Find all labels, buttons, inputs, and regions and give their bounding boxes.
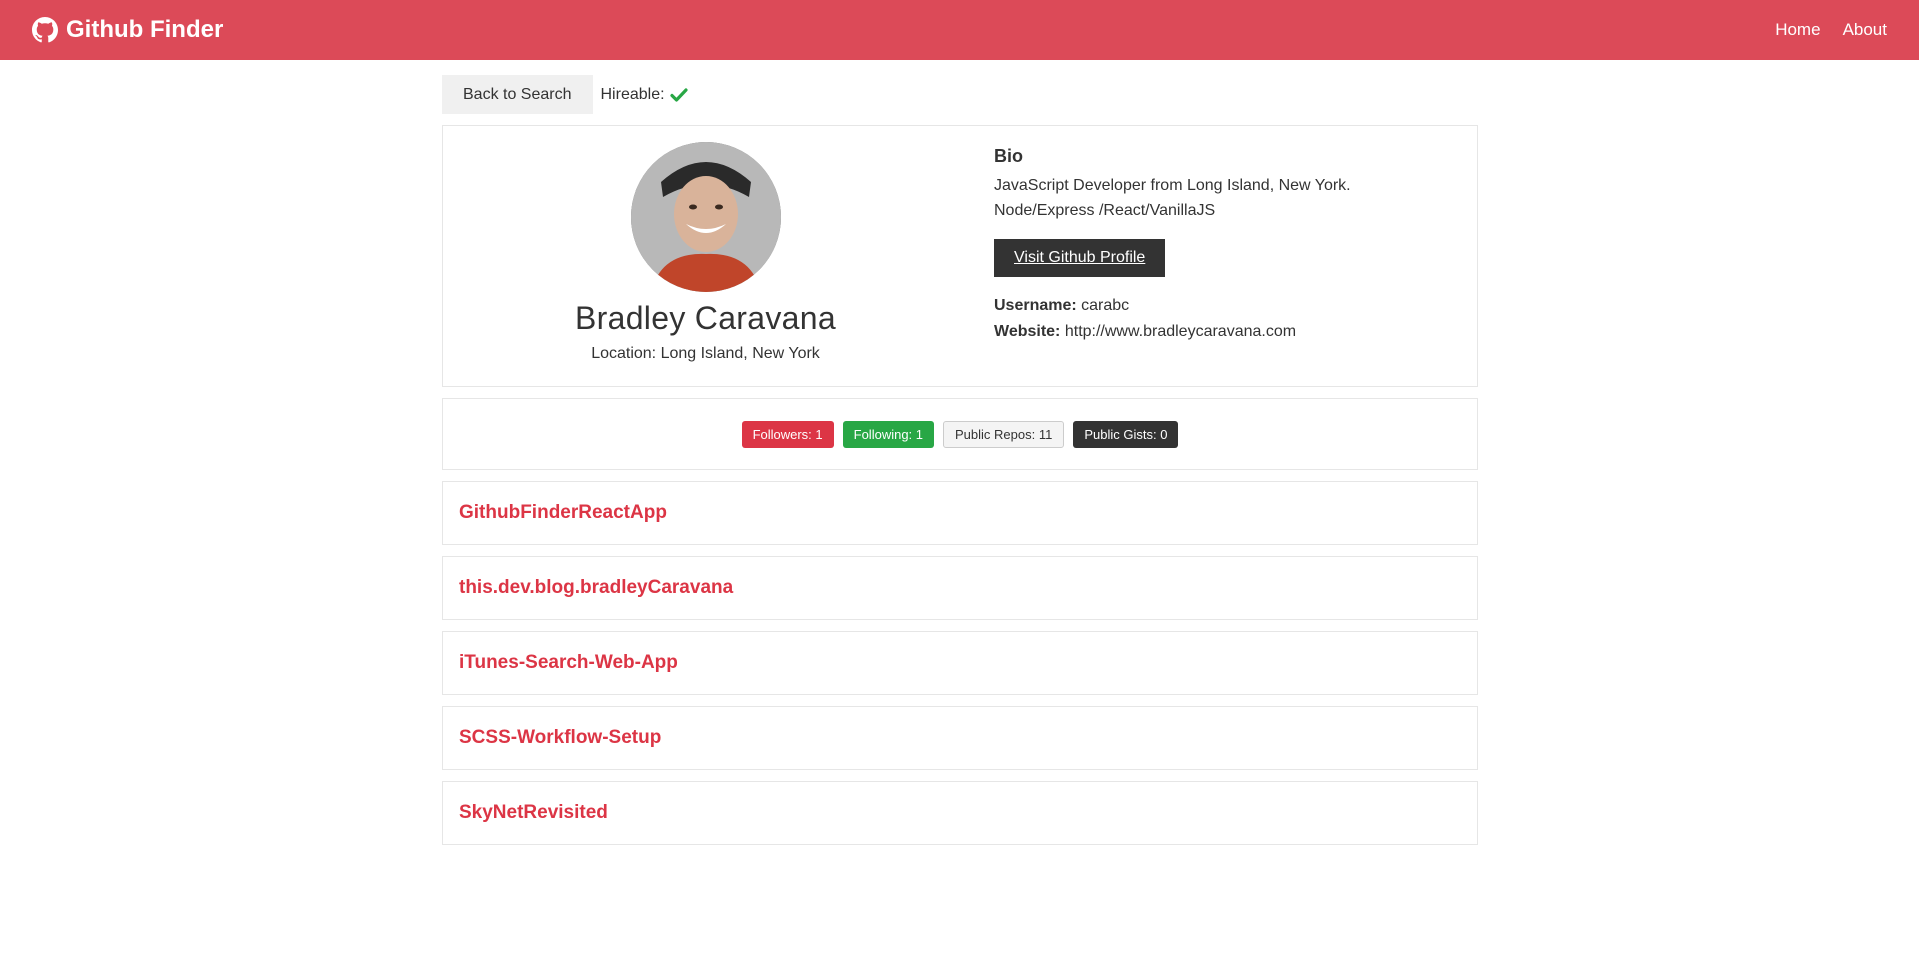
back-to-search-button[interactable]: Back to Search [442, 75, 593, 114]
visit-github-profile-button[interactable]: Visit Github Profile [994, 239, 1166, 277]
topbar: Back to Search Hireable: [442, 75, 1478, 114]
bio-heading: Bio [994, 146, 1023, 166]
nav-about-link[interactable]: About [1843, 20, 1887, 40]
avatar [630, 142, 781, 292]
profile-name: Bradley Caravana [575, 300, 836, 336]
repo-link[interactable]: GithubFinderReactApp [459, 502, 667, 524]
profile-location: Location: Long Island, New York [591, 345, 820, 362]
repo-item: SCSS-Workflow-Setup [442, 706, 1478, 770]
repo-link[interactable]: SkyNetRevisited [459, 802, 608, 824]
username-value: carabc [1081, 297, 1130, 314]
repo-item: iTunes-Search-Web-App [442, 631, 1478, 695]
repo-item: SkyNetRevisited [442, 781, 1478, 845]
stats-card: Followers: 1 Following: 1 Public Repos: … [442, 398, 1478, 470]
profile-meta: Username: carabc Website: http://www.bra… [994, 293, 1448, 345]
profile-summary: Bradley Caravana Location: Long Island, … [443, 126, 968, 386]
repo-item: this.dev.blog.bradleyCaravana [442, 556, 1478, 620]
repo-item: GithubFinderReactApp [442, 481, 1478, 545]
repo-link[interactable]: SCSS-Workflow-Setup [459, 727, 661, 749]
bio-text: JavaScript Developer from Long Island, N… [994, 177, 1351, 219]
followers-badge: Followers: 1 [741, 420, 834, 448]
username-label: Username: [994, 297, 1077, 314]
public-repos-badge: Public Repos: 11 [943, 420, 1065, 448]
following-badge: Following: 1 [842, 420, 935, 448]
check-icon [669, 86, 688, 104]
repo-link[interactable]: iTunes-Search-Web-App [459, 652, 678, 674]
navbar: Github Finder Home About [0, 0, 1919, 60]
repo-link[interactable]: this.dev.blog.bradleyCaravana [459, 577, 733, 599]
website-row: Website: http://www.bradleycaravana.com [994, 319, 1448, 345]
main-container: Back to Search Hireable: Bradley Caravan… [442, 75, 1478, 845]
profile-card: Bradley Caravana Location: Long Island, … [442, 125, 1478, 387]
profile-details: Bio JavaScript Developer from Long Islan… [968, 126, 1448, 386]
website-value: http://www.bradleycaravana.com [1064, 323, 1297, 340]
nav-links: Home About [1775, 20, 1887, 40]
hireable-label: Hireable: [600, 85, 665, 103]
website-label: Website: [994, 323, 1061, 340]
public-gists-badge: Public Gists: 0 [1073, 420, 1179, 448]
github-icon [32, 17, 58, 43]
brand-title: Github Finder [66, 16, 224, 43]
nav-home-link[interactable]: Home [1775, 20, 1820, 40]
hireable-status: Hireable: [601, 86, 688, 104]
brand[interactable]: Github Finder [32, 16, 223, 44]
username-row: Username: carabc [994, 293, 1448, 319]
